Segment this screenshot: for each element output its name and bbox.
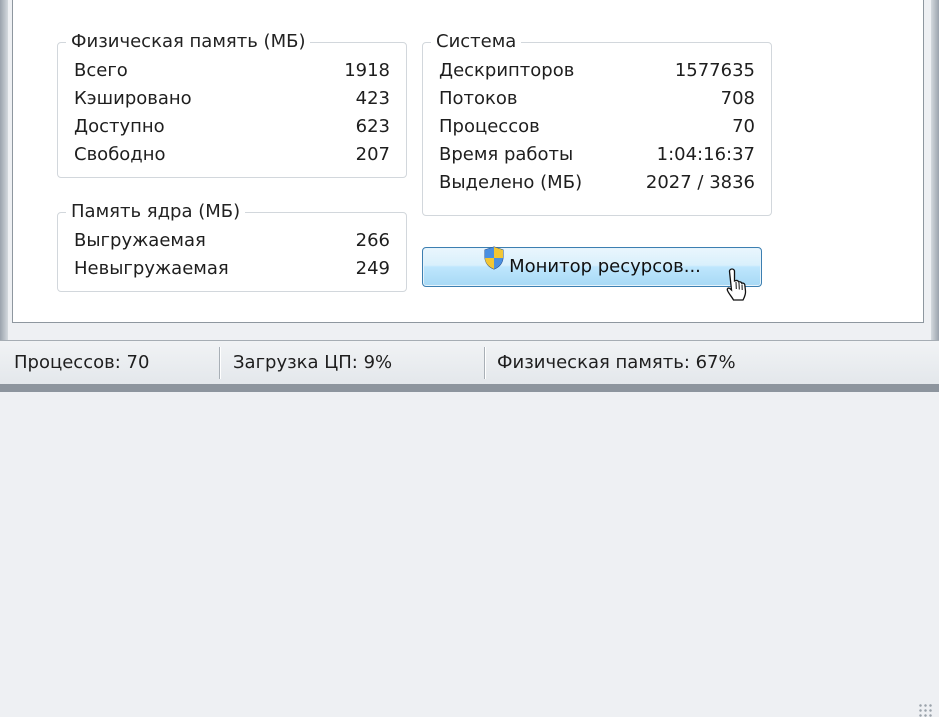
physical-memory-row-available: Доступно 623 (74, 113, 390, 141)
row-label: Потоков (439, 85, 518, 113)
uac-shield-icon (483, 246, 505, 284)
resize-grip-icon[interactable] (918, 703, 932, 717)
hand-cursor-icon (725, 267, 751, 303)
status-bar: Процессов: 70 Загрузка ЦП: 9% Физическая… (0, 340, 939, 385)
window-frame-left (0, 0, 8, 340)
physical-memory-row-total: Всего 1918 (74, 57, 390, 85)
system-group: Система Дескрипторов 1577635 Потоков 708… (422, 42, 772, 216)
row-value: 266 (356, 227, 390, 255)
kernel-memory-row-paged: Выгружаемая 266 (74, 227, 390, 255)
row-label: Время работы (439, 141, 573, 169)
row-value: 70 (732, 113, 755, 141)
window-frame-bottom (0, 384, 939, 392)
system-title: Система (431, 30, 521, 54)
row-label: Всего (74, 57, 128, 85)
row-value: 2027 / 3836 (646, 169, 755, 197)
row-value: 423 (356, 85, 390, 113)
status-processes: Процессов: 70 (14, 341, 149, 385)
performance-panel: Физическая память (МБ) Всего 1918 Кэширо… (12, 0, 924, 323)
physical-memory-row-cached: Кэшировано 423 (74, 85, 390, 113)
row-label: Доступно (74, 113, 165, 141)
status-physical-memory: Физическая память: 67% (497, 341, 736, 385)
physical-memory-group: Физическая память (МБ) Всего 1918 Кэширо… (57, 42, 407, 178)
row-value: 708 (721, 85, 755, 113)
physical-memory-title: Физическая память (МБ) (66, 30, 310, 54)
row-label: Процессов (439, 113, 540, 141)
system-row-handles: Дескрипторов 1577635 (439, 57, 755, 85)
row-label: Дескрипторов (439, 57, 574, 85)
row-value: 1577635 (675, 57, 755, 85)
row-value: 207 (356, 141, 390, 169)
system-row-processes: Процессов 70 (439, 113, 755, 141)
status-cpu-usage: Загрузка ЦП: 9% (233, 341, 392, 385)
row-label: Свободно (74, 141, 166, 169)
row-value: 623 (356, 113, 390, 141)
row-label: Невыгружаемая (74, 255, 229, 283)
system-row-uptime: Время работы 1:04:16:37 (439, 141, 755, 169)
resource-monitor-button-label: Монитор ресурсов... (509, 256, 701, 277)
kernel-memory-row-nonpaged: Невыгружаемая 249 (74, 255, 390, 283)
system-row-threads: Потоков 708 (439, 85, 755, 113)
row-label: Выделено (МБ) (439, 169, 582, 197)
row-label: Выгружаемая (74, 227, 206, 255)
kernel-memory-title: Память ядра (МБ) (66, 200, 245, 224)
status-separator (219, 347, 220, 379)
kernel-memory-group: Память ядра (МБ) Выгружаемая 266 Невыгру… (57, 212, 407, 292)
row-value: 1918 (344, 57, 390, 85)
status-separator (484, 347, 485, 379)
row-value: 1:04:16:37 (657, 141, 755, 169)
resource-monitor-button[interactable]: Монитор ресурсов... (422, 247, 762, 287)
window-frame-right (931, 0, 939, 340)
row-label: Кэшировано (74, 85, 192, 113)
row-value: 249 (356, 255, 390, 283)
physical-memory-row-free: Свободно 207 (74, 141, 390, 169)
system-row-commit: Выделено (МБ) 2027 / 3836 (439, 169, 755, 197)
